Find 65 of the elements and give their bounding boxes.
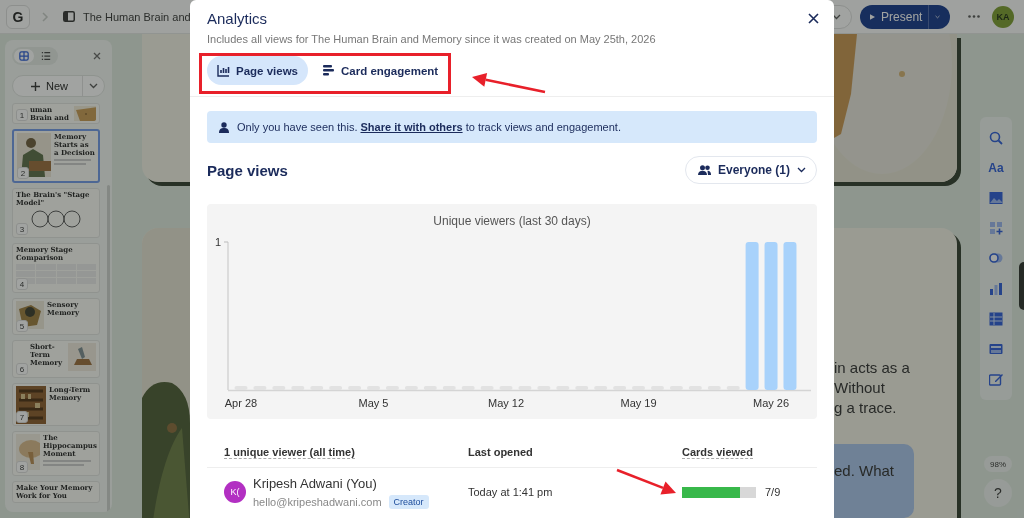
list-icon: [41, 51, 51, 61]
role-badge: Creator: [388, 494, 429, 509]
search-icon[interactable]: [989, 131, 1003, 146]
slide-number: 8: [16, 461, 28, 473]
slide-number: 1: [16, 109, 28, 121]
axis-label: Apr 28: [224, 397, 258, 409]
section-title: Page views: [207, 161, 288, 179]
column-header: Last opened: [468, 446, 533, 458]
share-link[interactable]: Share it with others: [360, 121, 463, 133]
close-icon[interactable]: [808, 13, 819, 24]
zoom-level[interactable]: 98%: [984, 456, 1012, 472]
sidebar-icon[interactable]: [63, 11, 75, 22]
chevron-right-icon: [42, 11, 49, 22]
help-button[interactable]: ?: [984, 479, 1012, 507]
caret-icon: [934, 13, 940, 20]
grid-view-button[interactable]: [14, 49, 34, 63]
axis-label: May 5: [358, 397, 389, 409]
table-icon[interactable]: [989, 311, 1003, 326]
caret-icon: [89, 83, 98, 89]
last-opened: Today at 1:41 pm: [468, 486, 554, 498]
text-style-button[interactable]: Aa: [988, 161, 1004, 176]
present-button[interactable]: Present: [860, 4, 950, 29]
play-icon: [870, 11, 876, 22]
document-title: The Human Brain and: [83, 10, 191, 23]
more-icon[interactable]: [968, 15, 980, 18]
caret-icon: [797, 167, 806, 173]
banner-text: Only you have seen this. Share it with others to track views and engagement.: [237, 121, 621, 133]
card-paragraph: in acts as a Without g a trace.: [834, 358, 911, 418]
logo[interactable]: G: [6, 4, 30, 29]
image-icon[interactable]: [989, 191, 1003, 206]
axis-label: May 19: [620, 397, 657, 409]
user-avatar: K(: [224, 481, 246, 503]
card-icon[interactable]: [989, 341, 1003, 356]
annotation-arrow: [616, 468, 676, 495]
callout-box: ed. What: [834, 444, 914, 518]
column-header: 1 unique viewer (all time): [224, 446, 355, 459]
lines-icon: [322, 64, 335, 77]
cards-count: 7/9: [765, 486, 781, 498]
people-icon: [697, 165, 711, 175]
column-header: Cards viewed: [682, 446, 753, 459]
plus-icon: [31, 81, 40, 91]
slide-number: 7: [16, 411, 28, 423]
axis-label: May 12: [488, 397, 525, 409]
bar-chart-icon[interactable]: [989, 281, 1003, 296]
toggle-icon[interactable]: [989, 251, 1003, 266]
edit-icon[interactable]: [989, 371, 1003, 386]
audience-dropdown[interactable]: Everyone (1): [684, 156, 817, 184]
grid-icon: [19, 51, 29, 61]
tick-label: 1: [214, 236, 221, 248]
dialog-title: Analytics: [207, 10, 268, 27]
slide-number: 4: [16, 278, 28, 290]
tab[interactable]: Page views: [207, 56, 308, 85]
user-name: Kripesh Adwani (You): [253, 475, 378, 491]
person-icon: [219, 121, 229, 133]
slide-number: 5: [16, 320, 28, 332]
user-email: hello@kripeshadwani.com: [253, 495, 382, 508]
slide-number: 2: [17, 167, 29, 179]
axis-label: May 26: [753, 397, 790, 409]
new-button[interactable]: New: [12, 75, 105, 97]
chart-title: Unique viewers (last 30 days): [433, 214, 591, 228]
slide-number: 6: [16, 363, 28, 375]
slide-number: 3: [16, 223, 28, 235]
blocks-plus-icon[interactable]: [989, 221, 1003, 236]
bar-chart-icon: [217, 64, 230, 77]
dialog-subtitle: Includes all views for The Human Brain and Memory since it was created on May 25th, 2026: [206, 32, 657, 45]
